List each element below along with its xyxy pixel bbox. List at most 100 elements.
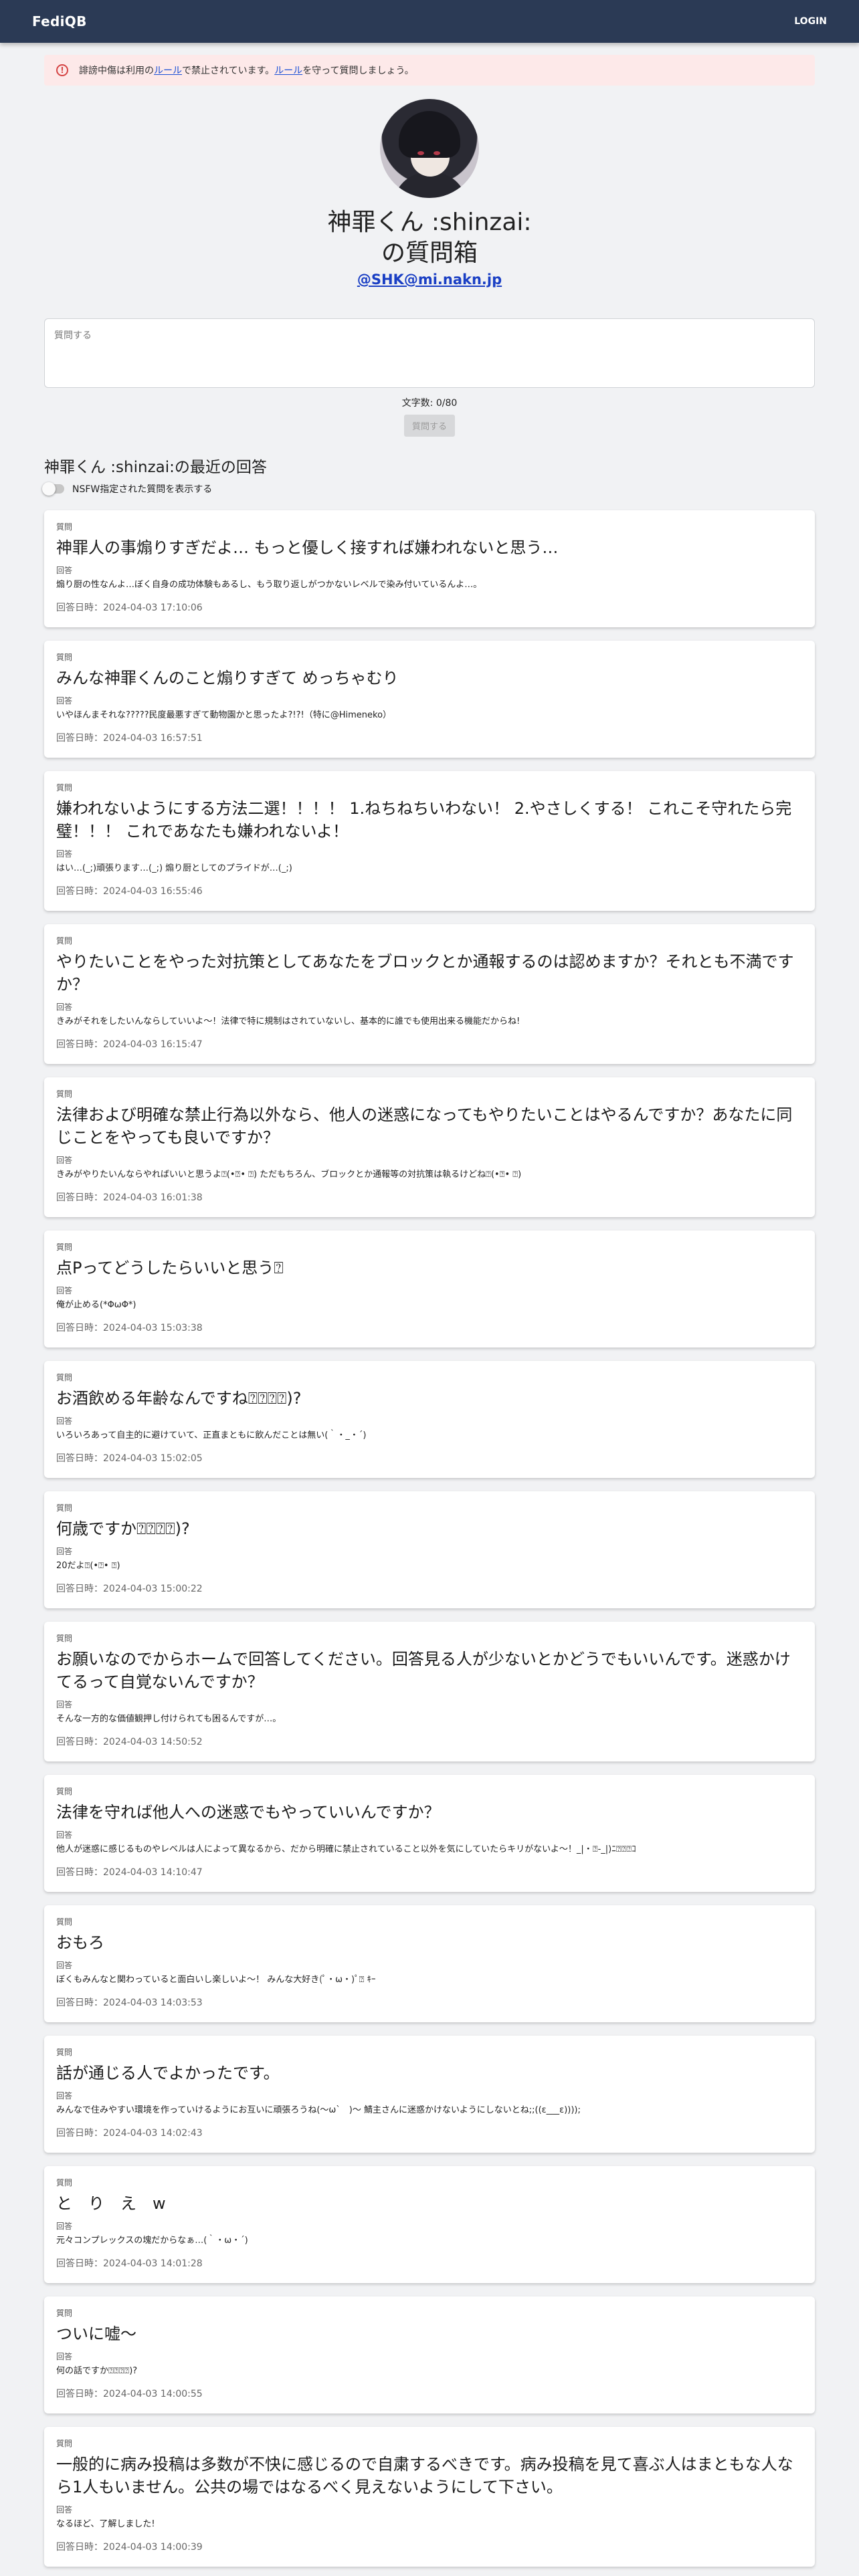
answer-label: 回答 <box>56 2505 73 2514</box>
answer-text: 元々コンプレックスの塊だからなぁ…(｀・ω・´) <box>56 2236 248 2246</box>
answer-card[interactable]: 質問 お酒飲める年齢なんですね⍰⍰⍰⍰)? 回答 いろいろあって自主的に避けていて、正… <box>44 1361 815 1478</box>
alert-text-3: を守って質問しましょう。 <box>302 66 414 76</box>
question-label: 質問 <box>56 2439 73 2448</box>
alert-text: 誹謗中傷は利用のルールで禁止されています。ルールを守って質問しましょう。 <box>79 64 414 77</box>
answer-card[interactable]: 質問神罪人の事煽りすぎだよ… もっと優しく接すれば嫌われないと思う… 回答煽り厨の… <box>44 510 815 627</box>
answer-label: 回答 <box>56 1700 73 1709</box>
top-navbar: FediQB LOGIN <box>0 0 859 43</box>
answer-card[interactable]: 質問 法律および明確な禁止行為以外なら、他人の迷惑になってもやりたいことはやるんで… <box>44 1077 815 1217</box>
question-text: 法律および明確な禁止行為以外なら、他人の迷惑になってもやりたいことはやるんですか… <box>56 1105 793 1147</box>
avatar <box>380 99 479 198</box>
login-button[interactable]: LOGIN <box>794 16 827 27</box>
question-text: 何歳ですか⍰⍰⍰⍰)? <box>56 1519 190 1538</box>
alert-icon: ! <box>56 64 68 76</box>
answer-text: いろいろあって自主的に避けていて、正直まともに飲んだことは無い(｀・_・´) <box>56 1430 367 1440</box>
question-text: みんな神罪くんのこと煽りすぎて めっちゃむり <box>56 669 399 687</box>
answer-card[interactable]: 質問 やりたいことをやった対抗策としてあなたをブロックとか通報するのは認めますか？… <box>44 924 815 1064</box>
alert-text-1: 誹謗中傷は利用の <box>79 66 154 76</box>
char-counter: 文字数: 0/80 <box>401 398 458 409</box>
answer-card[interactable]: 質問と り え w 回答 元々コンプレックスの塊だからなぁ…(｀・ω・´) 回答日時：… <box>44 2166 815 2283</box>
question-input[interactable]: 質問する <box>44 318 815 388</box>
answer-card[interactable]: 質問嫌われないようにする方法二選！！！！ 1.ねちねちいわない！ 2.やさしくす… <box>44 771 815 911</box>
question-text: お願いなのでからホームで回答してください。回答見る人が少ないとかどうでもいいんで… <box>56 1650 791 1691</box>
ask-button[interactable]: 質問する <box>403 415 455 437</box>
answer-label: 回答 <box>56 1002 73 1012</box>
answer-timestamp: 回答日時：2024-04-03 16:57:51 <box>56 733 203 744</box>
page-title: 神罪くん :shinzai: の質問箱 <box>44 207 815 269</box>
answer-timestamp: 回答日時：2024-04-03 14:50:52 <box>56 1737 203 1747</box>
question-label: 質問 <box>56 783 73 792</box>
answer-timestamp: 回答日時：2024-04-03 15:03:38 <box>56 1323 203 1333</box>
answer-timestamp: 回答日時：2024-04-03 14:10:47 <box>56 1867 203 1878</box>
rules-link-2[interactable]: ルール <box>274 66 302 76</box>
answer-text: きみがやりたいんならやればいいと思うよ⍰(•⍰• ⍰) ただもちろん、ブロックと… <box>56 1170 522 1180</box>
title-line-2: の質問箱 <box>381 239 478 267</box>
answer-label: 回答 <box>56 696 73 706</box>
question-input-placeholder: 質問する <box>54 330 92 341</box>
answer-card[interactable]: 質問 法律を守れば他人への迷惑でもやっていいんですか？ 回答 他人が迷惑に感じるものや… <box>44 1775 815 1892</box>
question-text: 嫌われないようにする方法二選！！！！ 1.ねちねちいわない！ 2.やさしくする！… <box>56 799 792 841</box>
answer-label: 回答 <box>56 566 73 575</box>
answer-card[interactable]: 質問 ついに嘘〜 回答 何の話ですか⍰⍰⍰⍰)? 回答日時：2024-04-03 14:… <box>44 2296 815 2413</box>
answer-text: ぼくもみんなと関わっていると面白いし楽しいよ〜！ みんな大好き(ﾟ・ω・)ﾟ⍰ … <box>56 1975 376 1985</box>
question-text: 話が通じる人でよかったです。 <box>56 2064 280 2082</box>
answer-card[interactable]: 質問 何歳ですか⍰⍰⍰⍰)? 回答 20だよ⍰(•⍰• ⍰) 回答日時：2024-04-… <box>44 1491 815 1608</box>
question-text: 法律を守れば他人への迷惑でもやっていいんですか？ <box>56 1803 440 1822</box>
question-label: 質問 <box>56 1787 73 1796</box>
answer-text: いやほんまそれな?????民度最悪すぎて動物園かと思ったよ?!?!（特に@Him… <box>56 710 392 720</box>
answer-label: 回答 <box>56 1286 73 1295</box>
nsfw-toggle-label: NSFW指定された質問を表示する <box>72 484 213 495</box>
answer-timestamp: 回答日時：2024-04-03 15:02:05 <box>56 1453 203 1464</box>
answer-label: 回答 <box>56 1961 73 1970</box>
title-line-1: 神罪くん :shinzai: <box>327 209 532 236</box>
answer-card[interactable]: 質問話が通じる人でよかったです。回答みんなで住みやすい環境を作っていけるようにお… <box>44 2036 815 2153</box>
question-text: 一般的に病み投稿は多数が不快に感じるので自粛するべきです。病み投稿を見て喜ぶ人は… <box>56 2455 793 2496</box>
question-label: 質問 <box>56 2309 73 2318</box>
answer-text: きみがそれをしたいんならしていいよ〜！法律で特に規制はされていないし、基本的に誰… <box>56 1016 520 1027</box>
answer-card[interactable]: 質問 点Pってどうしたらいいと思う⍰ 回答 俺が止める(*ΦωΦ*) 回答日時：2024… <box>44 1230 815 1348</box>
answer-text: 俺が止める(*ΦωΦ*) <box>56 1300 136 1310</box>
answer-text: みんなで住みやすい環境を作っていけるようにお互いに頑張ろうね(〜ω` )〜 鯖主… <box>56 2105 581 2115</box>
answer-card[interactable]: 質問一般的に病み投稿は多数が不快に感じるので自粛するべきです。病み投稿を見て喜ぶ… <box>44 2427 815 2567</box>
question-text: おもろ <box>56 1933 104 1952</box>
question-label: 質問 <box>56 522 73 532</box>
answer-text: 煽り厨の性なんよ…ぼく自身の成功体験もあるし、もう取り返しがつかないレベルで染み… <box>56 580 482 590</box>
answer-label: 回答 <box>56 2091 73 2101</box>
answer-label: 回答 <box>56 1156 73 1165</box>
answer-timestamp: 回答日時：2024-04-03 14:00:55 <box>56 2389 203 2399</box>
question-label: 質問 <box>56 2178 73 2187</box>
answer-text: はい…(_;)頑張ります…(_;) 煽り厨としてのプライドが…(_;) <box>56 863 292 873</box>
answer-timestamp: 回答日時：2024-04-03 14:03:53 <box>56 1998 203 2008</box>
avatar-eye-left <box>417 151 424 155</box>
profile-header: 神罪くん :shinzai: の質問箱 @SHK@mi.nakn.jp <box>44 99 815 288</box>
answer-timestamp: 回答日時：2024-04-03 14:00:39 <box>56 2542 203 2553</box>
app-brand[interactable]: FediQB <box>32 13 87 29</box>
question-label: 質問 <box>56 1917 73 1927</box>
answer-label: 回答 <box>56 1830 73 1840</box>
rules-link-1[interactable]: ルール <box>154 66 182 76</box>
profile-handle-link[interactable]: @SHK@mi.nakn.jp <box>357 272 502 288</box>
question-label: 質問 <box>56 1503 73 1513</box>
answer-card[interactable]: 質問 お願いなのでからホームで回答してください。回答見る人が少ないとかどうでもいい… <box>44 1622 815 1761</box>
question-text: 点Pってどうしたらいいと思う⍰ <box>56 1259 284 1277</box>
nsfw-toggle[interactable] <box>42 482 64 496</box>
answer-text: なるほど、了解しました! <box>56 2519 155 2529</box>
answer-label: 回答 <box>56 1547 73 1556</box>
avatar-hair <box>399 111 460 158</box>
answer-timestamp: 回答日時：2024-04-03 15:00:22 <box>56 1584 203 1594</box>
question-text: ついに嘘〜 <box>56 2325 136 2343</box>
answer-label: 回答 <box>56 2352 73 2361</box>
answer-label: 回答 <box>56 2222 73 2231</box>
rules-alert: ! 誹謗中傷は利用のルールで禁止されています。ルールを守って質問しましょう。 <box>44 55 815 86</box>
answer-timestamp: 回答日時：2024-04-03 17:10:06 <box>56 603 203 613</box>
ask-button-wrap: 質問する <box>44 415 815 437</box>
answer-card[interactable]: 質問おもろ回答ぼくもみんなと関わっていると面白いし楽しいよ〜！ みんな大好き(ﾟ… <box>44 1905 815 2022</box>
avatar-eye-right <box>434 151 440 155</box>
question-label: 質問 <box>56 653 73 662</box>
answer-timestamp: 回答日時：2024-04-03 14:02:43 <box>56 2128 203 2139</box>
question-label: 質問 <box>56 2048 73 2057</box>
question-text: 神罪人の事煽りすぎだよ… もっと優しく接すれば嫌われないと思う… <box>56 538 559 557</box>
answer-timestamp: 回答日時：2024-04-03 16:55:46 <box>56 886 203 897</box>
answer-card[interactable]: 質問みんな神罪くんのこと煽りすぎて めっちゃむり回答いやほんまそれな?????民… <box>44 641 815 758</box>
main-container: ! 誹謗中傷は利用のルールで禁止されています。ルールを守って質問しましょう。 神… <box>42 55 815 2567</box>
